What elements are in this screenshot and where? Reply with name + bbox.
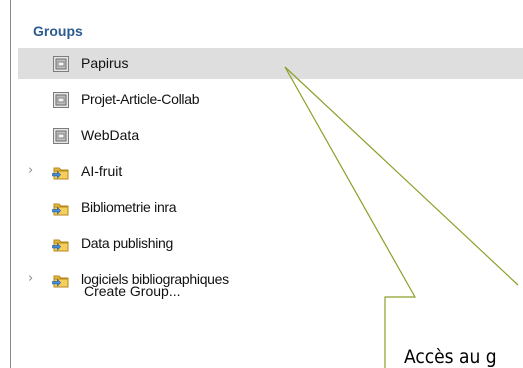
group-item-label: Data publishing	[81, 235, 174, 251]
groups-header: Groups	[33, 23, 83, 39]
group-item-webdata[interactable]: WebData	[18, 120, 523, 151]
group-folder-icon	[52, 199, 70, 217]
create-group-link[interactable]: Create Group...	[84, 283, 181, 299]
shared-library-icon	[52, 55, 70, 73]
groups-panel: Groups Papirus Projet-Article-Collab Web…	[0, 0, 523, 368]
group-item-label: Projet-Article-Collab	[81, 91, 200, 107]
group-item-label: Papirus	[81, 55, 129, 71]
panel-border	[10, 0, 11, 368]
shared-library-icon	[52, 127, 70, 145]
group-item-papirus[interactable]: Papirus	[18, 48, 523, 79]
group-item-ai-fruit[interactable]: › AI-fruit	[18, 156, 523, 187]
group-item-bibliometrie-inra[interactable]: Bibliometrie inra	[18, 192, 523, 223]
shared-library-icon	[52, 91, 70, 109]
group-item-label: AI-fruit	[81, 163, 123, 179]
group-item-label: WebData	[81, 127, 140, 143]
chevron-right-icon[interactable]: ›	[28, 164, 42, 178]
group-folder-icon	[52, 235, 70, 253]
group-folder-icon	[52, 163, 70, 181]
group-folder-icon	[52, 271, 70, 289]
chevron-right-icon[interactable]: ›	[28, 272, 42, 286]
group-item-projet-article-collab[interactable]: Projet-Article-Collab	[18, 84, 523, 115]
group-item-label: Bibliometrie inra	[81, 199, 177, 215]
callout-text: Accès au g	[404, 346, 497, 368]
group-item-data-publishing[interactable]: Data publishing	[18, 228, 523, 259]
